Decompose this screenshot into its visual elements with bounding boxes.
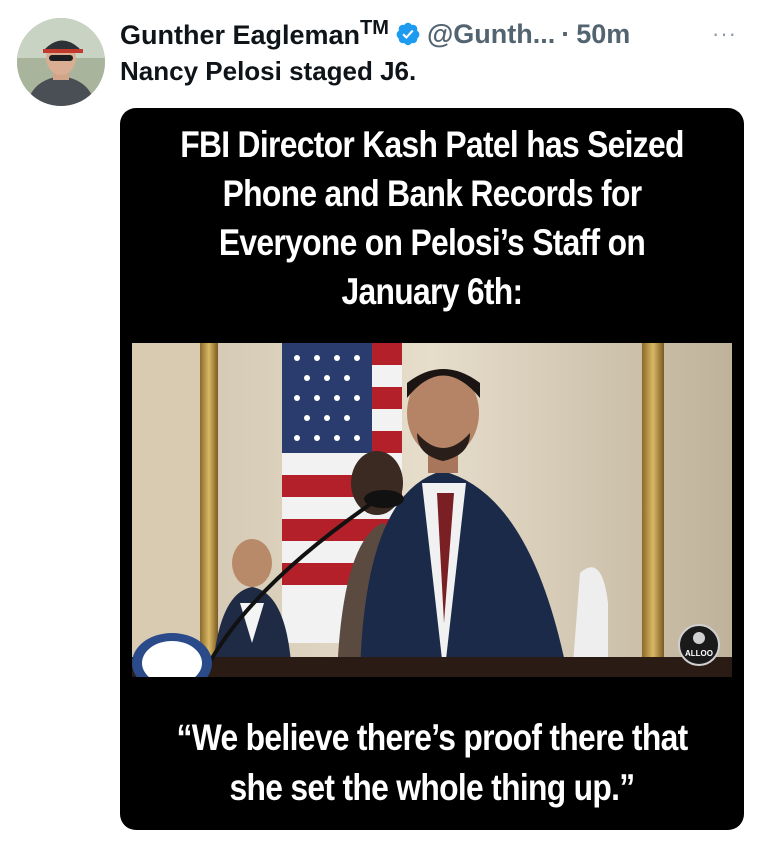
- media-photo[interactable]: ALLOO: [132, 343, 732, 677]
- watermark-logo: ALLOO: [685, 649, 713, 658]
- more-dots-icon[interactable]: ···: [712, 23, 737, 45]
- author-avatar[interactable]: [17, 18, 105, 106]
- author-name[interactable]: Gunther EaglemanTM: [120, 17, 389, 51]
- separator-dot: ·: [561, 18, 571, 49]
- verified-badge-icon: [396, 22, 420, 46]
- media-card[interactable]: FBI Director Kash Patel has Seized Phone…: [120, 108, 744, 830]
- tweet-text: Nancy Pelosi staged J6.: [120, 56, 417, 86]
- media-quote: “We believe there’s proof there that she…: [176, 717, 688, 808]
- avatar-image: [17, 18, 105, 106]
- media-headline: FBI Director Kash Patel has Seized Phone…: [180, 124, 684, 312]
- author-handle[interactable]: @Gunth...: [427, 19, 555, 50]
- tweet-header: Gunther EaglemanTM @Gunth... · 50m ···: [120, 14, 737, 54]
- timestamp[interactable]: 50m: [576, 19, 630, 50]
- press-conference-photo: [132, 343, 732, 677]
